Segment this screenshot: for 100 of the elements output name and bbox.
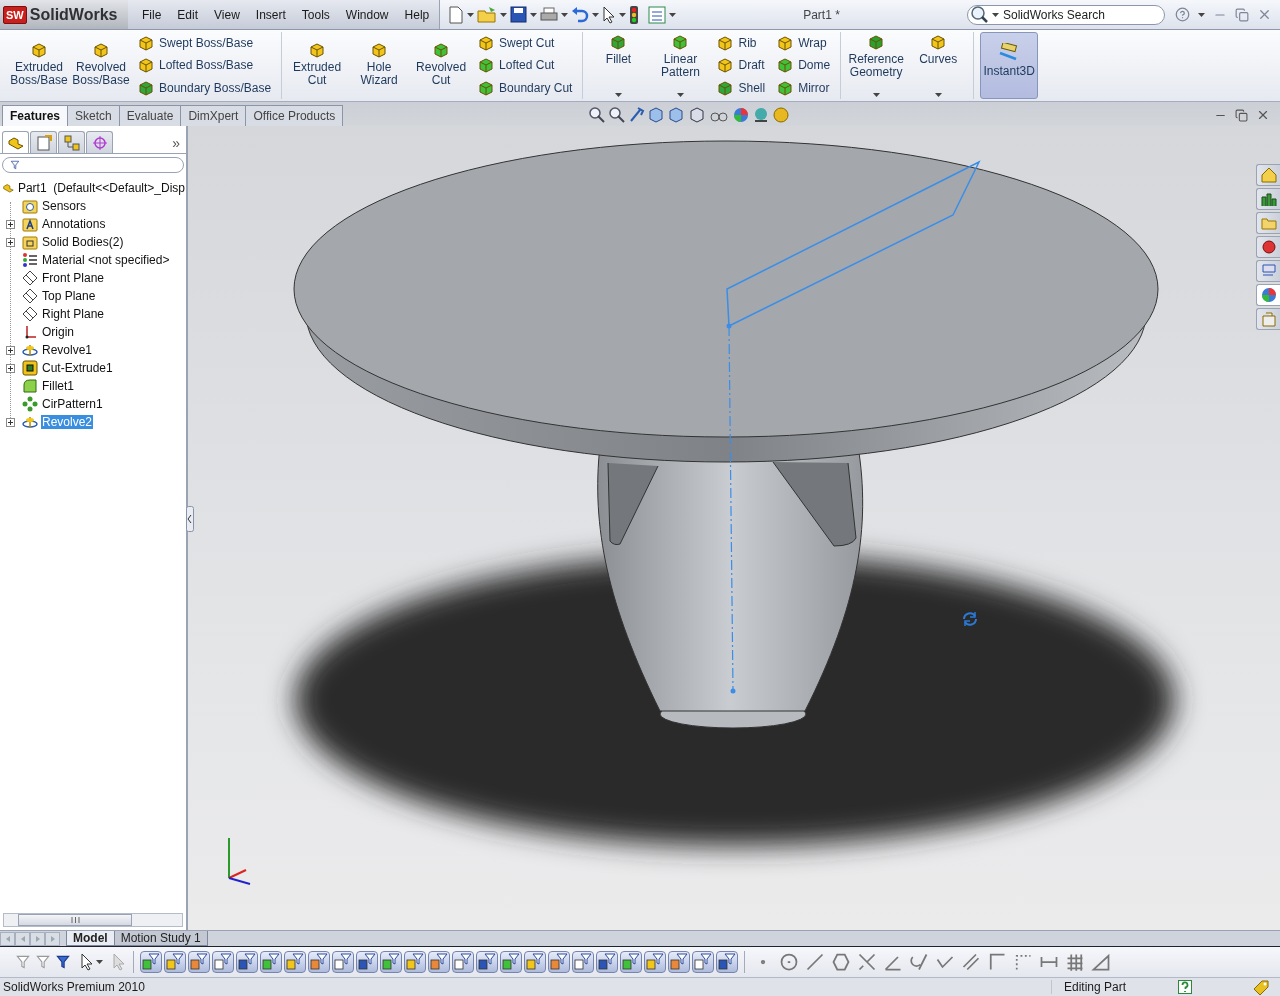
- ribbon-button[interactable]: Boundary Cut: [476, 78, 575, 97]
- ribbon-button[interactable]: Fillet: [588, 32, 649, 99]
- zoom-fit-icon[interactable]: [588, 106, 607, 124]
- horizontal-scrollbar[interactable]: [3, 913, 183, 927]
- tree-item-label[interactable]: Top Plane: [41, 289, 97, 303]
- caret-icon[interactable]: [1198, 12, 1205, 17]
- tree-item-label[interactable]: Origin: [41, 325, 75, 339]
- filter-button[interactable]: [308, 951, 330, 973]
- filter-button[interactable]: [524, 951, 546, 973]
- task-pane-tab[interactable]: [1256, 164, 1280, 186]
- expand-icon[interactable]: [6, 238, 15, 247]
- restore-icon[interactable]: [1235, 7, 1249, 22]
- filter-button[interactable]: [548, 951, 570, 973]
- zoom-area-icon[interactable]: [608, 106, 627, 124]
- search-input[interactable]: SolidWorks Search: [1001, 6, 1151, 23]
- ribbon-button[interactable]: Mirror: [775, 78, 833, 97]
- close-icon[interactable]: [1257, 7, 1272, 22]
- grid-icon[interactable]: [1065, 952, 1085, 972]
- ribbon-button[interactable]: Extruded Boss/Base: [9, 32, 69, 99]
- dotted-corner-icon[interactable]: [1013, 952, 1033, 972]
- tree-item-label[interactable]: Right Plane: [41, 307, 106, 321]
- task-pane-tab[interactable]: [1256, 284, 1280, 306]
- ribbon-button[interactable]: Revolved Boss/Base: [71, 32, 131, 99]
- ribbon-button[interactable]: Rib: [715, 34, 768, 53]
- ribbon-button[interactable]: Reference Geometry: [846, 32, 907, 99]
- panel-tab[interactable]: [86, 131, 113, 153]
- panel-tab[interactable]: [2, 131, 29, 153]
- filter-button[interactable]: [260, 951, 282, 973]
- tree-item-label[interactable]: Solid Bodies(2): [41, 235, 125, 249]
- sphere-icon[interactable]: [732, 106, 751, 124]
- menu-item[interactable]: Help: [396, 7, 438, 22]
- help-icon[interactable]: [1178, 980, 1192, 994]
- restore-icon[interactable]: [1235, 108, 1248, 122]
- expand-icon[interactable]: [6, 346, 15, 355]
- menu-item[interactable]: Insert: [247, 7, 294, 22]
- filter-button[interactable]: [356, 951, 378, 973]
- filter-button[interactable]: [380, 951, 402, 973]
- instant3d-toggle[interactable]: Instant3D: [980, 32, 1039, 99]
- filter-button[interactable]: [620, 951, 642, 973]
- menu-item[interactable]: Tools: [293, 7, 338, 22]
- polygon-icon[interactable]: [831, 952, 851, 972]
- menu-item[interactable]: Window: [337, 7, 397, 22]
- traffic-light-icon[interactable]: [629, 4, 639, 25]
- filter-button[interactable]: [644, 951, 666, 973]
- line-icon[interactable]: [805, 952, 825, 972]
- ribbon-button[interactable]: Dome: [775, 56, 833, 75]
- caret-icon[interactable]: [467, 12, 474, 17]
- document-icon[interactable]: [448, 5, 464, 24]
- expand-icon[interactable]: [6, 418, 15, 427]
- menu-item[interactable]: File: [134, 7, 170, 22]
- filter-button[interactable]: [596, 951, 618, 973]
- tree-item-label[interactable]: Revolve1: [41, 343, 94, 357]
- caret-icon[interactable]: [934, 93, 942, 97]
- printer-icon[interactable]: [540, 6, 558, 23]
- triangle-icon[interactable]: [1091, 952, 1111, 972]
- command-tab[interactable]: Features: [2, 105, 69, 126]
- panel-tab[interactable]: [30, 131, 57, 153]
- ribbon-button[interactable]: Wrap: [775, 34, 833, 53]
- tree-item-label[interactable]: Cut-Extrude1: [41, 361, 114, 375]
- filter-button[interactable]: [692, 951, 714, 973]
- caret-icon[interactable]: [96, 960, 103, 964]
- corner-icon[interactable]: [987, 952, 1007, 972]
- ribbon-button[interactable]: Lofted Boss/Base: [136, 56, 274, 75]
- filter-button[interactable]: [668, 951, 690, 973]
- checklist-icon[interactable]: [648, 5, 666, 24]
- caret-icon[interactable]: [872, 93, 880, 97]
- task-pane-tab[interactable]: [1256, 236, 1280, 258]
- filter-button[interactable]: [140, 951, 162, 973]
- tree-item-label[interactable]: Part1 (Default<<Default>_Disp: [16, 181, 186, 195]
- ribbon-button[interactable]: Hole Wizard: [349, 32, 410, 99]
- filter-icon[interactable]: [54, 953, 72, 971]
- filter-button[interactable]: [452, 951, 474, 973]
- bottom-tab[interactable]: Motion Study 1: [113, 931, 208, 946]
- caret-icon[interactable]: [992, 12, 999, 17]
- filter-button[interactable]: [716, 951, 738, 973]
- expand-panel-glyph[interactable]: »: [172, 134, 180, 151]
- search-field[interactable]: SolidWorks Search: [967, 4, 1165, 25]
- tree-item-label[interactable]: CirPattern1: [41, 397, 104, 411]
- filter-button[interactable]: [284, 951, 306, 973]
- tag-icon[interactable]: [1252, 979, 1270, 995]
- scrollbar-thumb[interactable]: [18, 914, 132, 926]
- filter-button[interactable]: [164, 951, 186, 973]
- ribbon-button[interactable]: Boundary Boss/Base: [136, 78, 274, 97]
- tree-item-label[interactable]: Front Plane: [41, 271, 106, 285]
- trim-icon[interactable]: [857, 952, 877, 972]
- command-tab[interactable]: Office Products: [245, 105, 344, 126]
- panel-collapse-handle[interactable]: [186, 506, 194, 532]
- caret-icon[interactable]: [676, 93, 684, 97]
- ribbon-button[interactable]: Revolved Cut: [411, 32, 472, 99]
- panel-tab[interactable]: [58, 131, 85, 153]
- ribbon-button[interactable]: Swept Cut: [476, 34, 575, 53]
- search-icon[interactable]: [970, 5, 990, 24]
- ribbon-button[interactable]: Curves: [908, 32, 969, 99]
- filter-button[interactable]: [332, 951, 354, 973]
- task-pane-tab[interactable]: [1256, 188, 1280, 210]
- pointer-icon[interactable]: [602, 5, 616, 24]
- caret-icon[interactable]: [561, 12, 568, 17]
- tree-item-label[interactable]: Material <not specified>: [41, 253, 171, 267]
- caret-icon[interactable]: [592, 12, 599, 17]
- help-icon[interactable]: [1175, 7, 1190, 22]
